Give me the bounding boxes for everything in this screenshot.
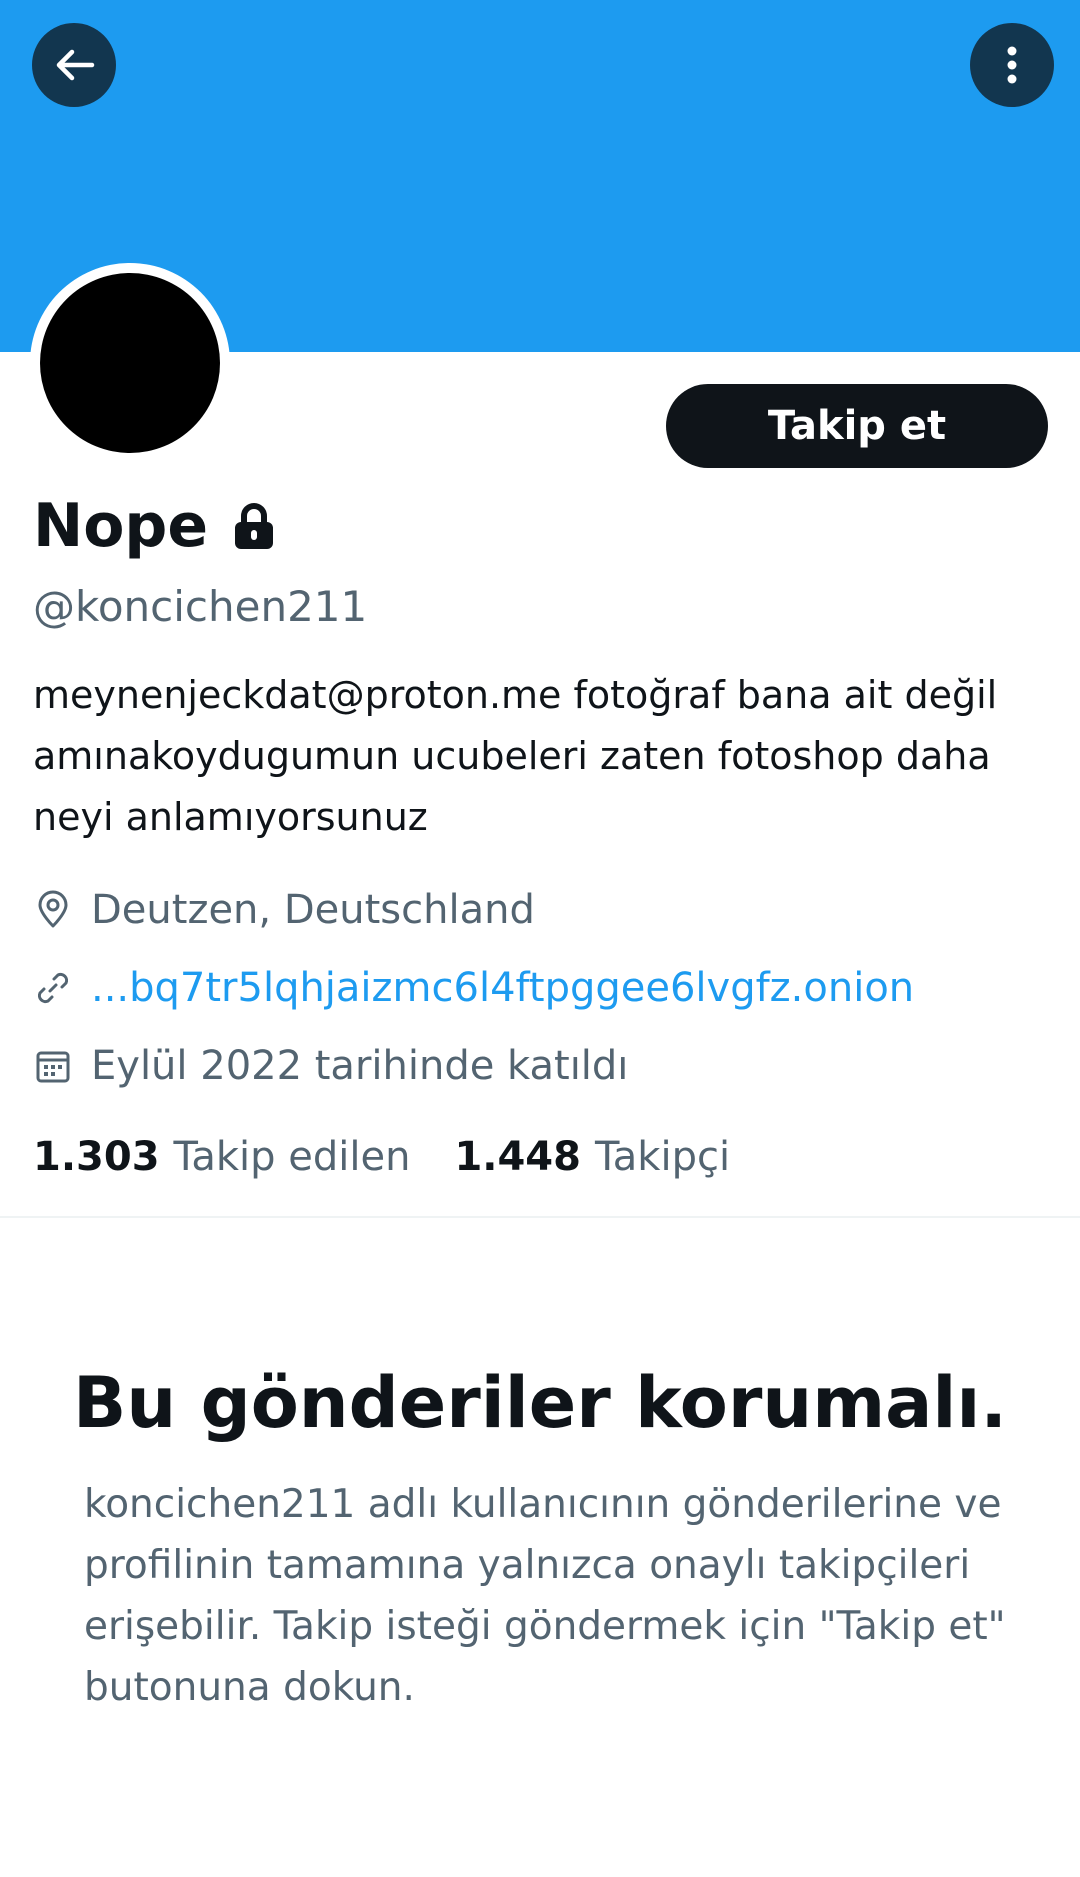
follow-button[interactable]: Takip et: [666, 384, 1048, 468]
link-icon: [33, 968, 73, 1008]
lock-icon: [235, 503, 274, 549]
follow-stats: 1.303 Takip edilen 1.448 Takipçi: [33, 1130, 730, 1184]
location-pin-icon: [33, 890, 73, 930]
profile-bio: meynenjeckdat@proton.me fotoğraf bana ai…: [33, 673, 998, 839]
more-options-button[interactable]: [970, 23, 1054, 107]
profile-handle: @koncichen211: [33, 582, 368, 631]
website-link[interactable]: ...bq7tr5lqhjaizmc6l4ftpggee6lvgfz.onion: [91, 962, 914, 1014]
following-stat[interactable]: 1.303 Takip edilen: [33, 1130, 410, 1184]
avatar[interactable]: [40, 273, 220, 453]
arrow-left-icon: [56, 49, 95, 81]
profile-page: Takip et Nope @koncichen211 meynenjeckda…: [0, 0, 1080, 1877]
joined-text: Eylül 2022 tarihinde katıldı: [91, 1043, 629, 1089]
protected-title: Bu gönderiler korumalı.: [73, 1362, 1007, 1444]
more-vertical-icon: [1007, 46, 1017, 84]
following-count: 1.303: [33, 1134, 160, 1180]
followers-stat[interactable]: 1.448 Takipçi: [454, 1130, 730, 1184]
protected-description: koncichen211 adlı kullanıcının gönderile…: [84, 1482, 1006, 1710]
followers-label: Takipçi: [594, 1134, 731, 1180]
display-name-row: Nope: [33, 490, 276, 562]
calendar-icon: [33, 1046, 73, 1086]
joined-row: Eylül 2022 tarihinde katıldı: [33, 1040, 628, 1092]
website-row[interactable]: ...bq7tr5lqhjaizmc6l4ftpggee6lvgfz.onion: [33, 962, 914, 1014]
location-text: Deutzen, Deutschland: [91, 887, 535, 933]
location-row: Deutzen, Deutschland: [33, 884, 535, 936]
back-button[interactable]: [32, 23, 116, 107]
display-name: Nope: [33, 491, 209, 561]
followers-count: 1.448: [454, 1134, 581, 1180]
section-divider: [0, 1216, 1080, 1218]
following-label: Takip edilen: [173, 1134, 411, 1180]
